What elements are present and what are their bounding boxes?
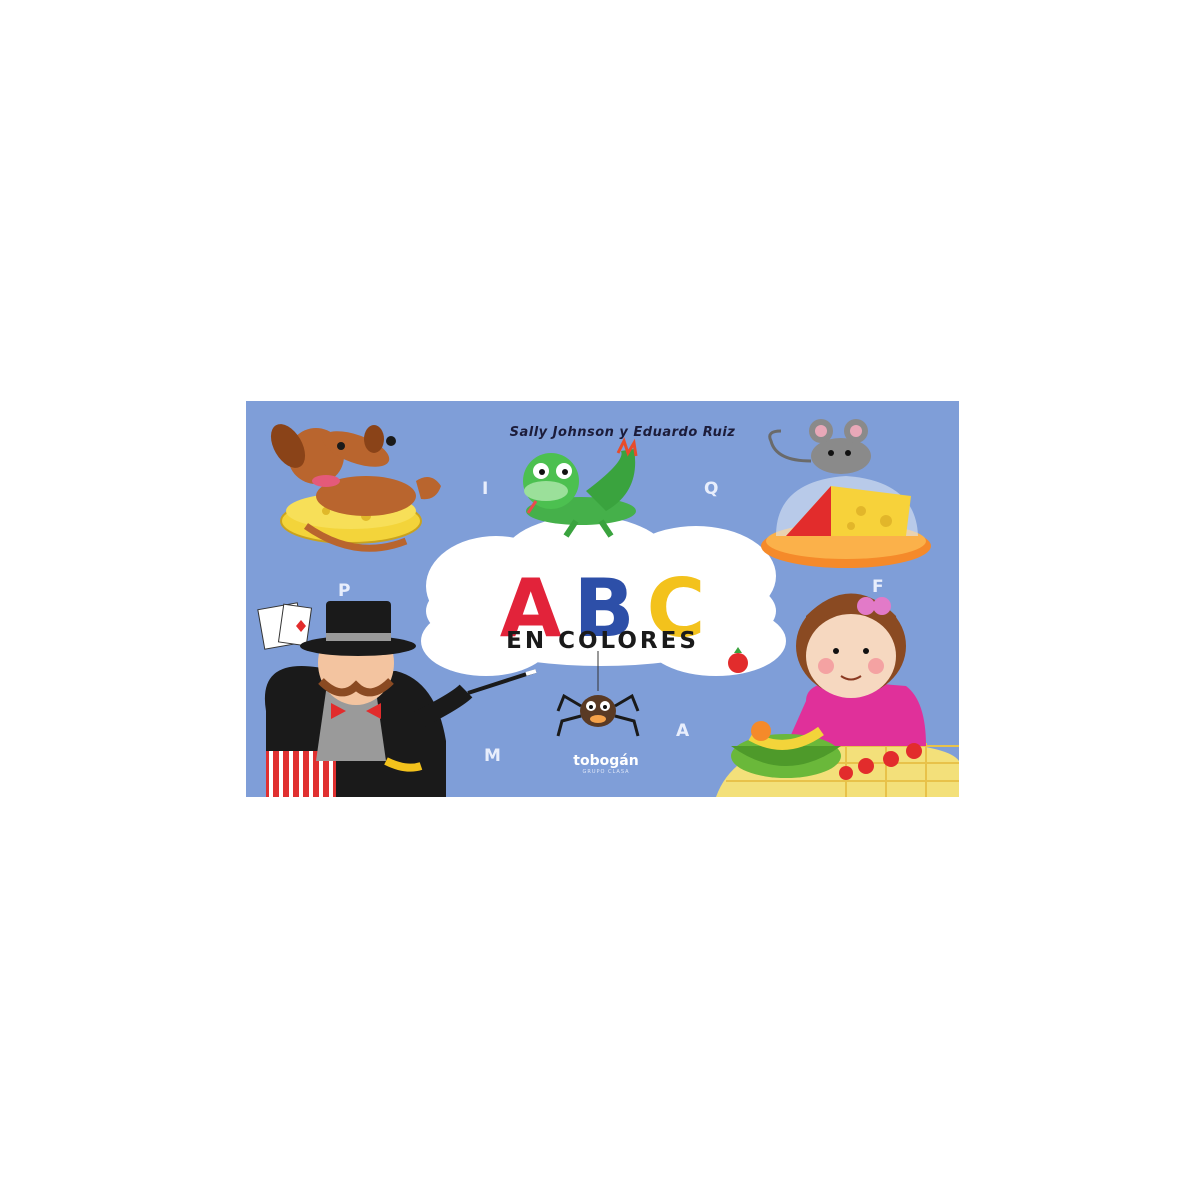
scattered-letter: I	[482, 479, 489, 499]
scattered-letter: A	[676, 721, 690, 741]
publisher-name: tobogán	[573, 753, 639, 769]
scattered-letter: M	[484, 746, 501, 766]
publisher-logo: tobogán GRUPO CLASA	[556, 753, 656, 775]
publisher-tagline: GRUPO CLASA	[582, 769, 630, 775]
scattered-letter: P	[338, 581, 351, 601]
mouse-on-cheese-icon	[761, 419, 931, 568]
subtitle-text: EN COLORES	[506, 628, 699, 654]
scattered-letter: F	[872, 577, 884, 597]
book-cover: Sally Johnson y Eduardo Ruiz ABC EN COLO…	[246, 401, 959, 797]
authors-text: Sally Johnson y Eduardo Ruiz	[509, 425, 736, 440]
scattered-letter: Q	[704, 479, 719, 499]
